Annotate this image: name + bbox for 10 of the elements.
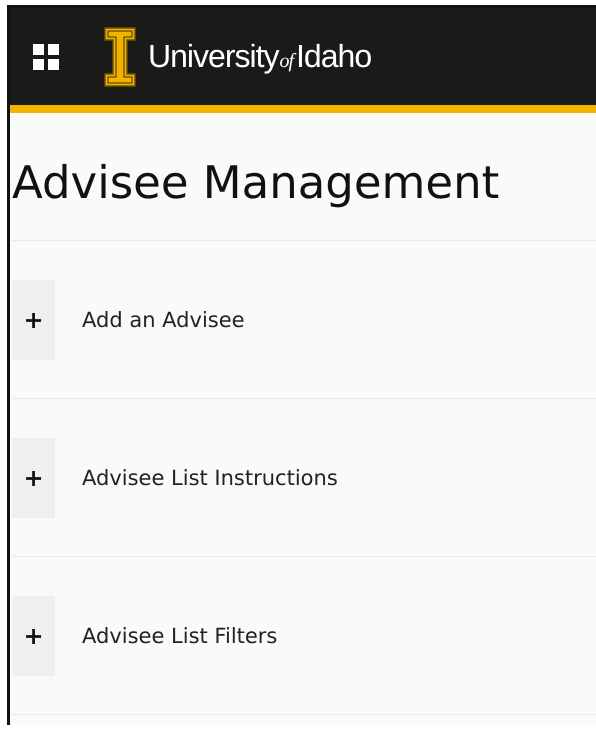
section-heading[interactable]: Advisee List Instructions — [82, 466, 338, 490]
apps-grid-icon[interactable] — [33, 44, 59, 70]
expand-button[interactable]: + — [12, 438, 55, 518]
expand-button[interactable]: + — [12, 596, 55, 676]
expand-button[interactable]: + — [12, 280, 55, 360]
letter-i-logo-icon — [104, 26, 136, 86]
section-heading[interactable]: Add an Advisee — [82, 308, 245, 332]
university-logo-text[interactable]: UniversityofIdaho — [148, 38, 372, 75]
page-title: Advisee Management — [12, 113, 596, 241]
section-heading[interactable]: Advisee List Filters — [82, 624, 278, 648]
